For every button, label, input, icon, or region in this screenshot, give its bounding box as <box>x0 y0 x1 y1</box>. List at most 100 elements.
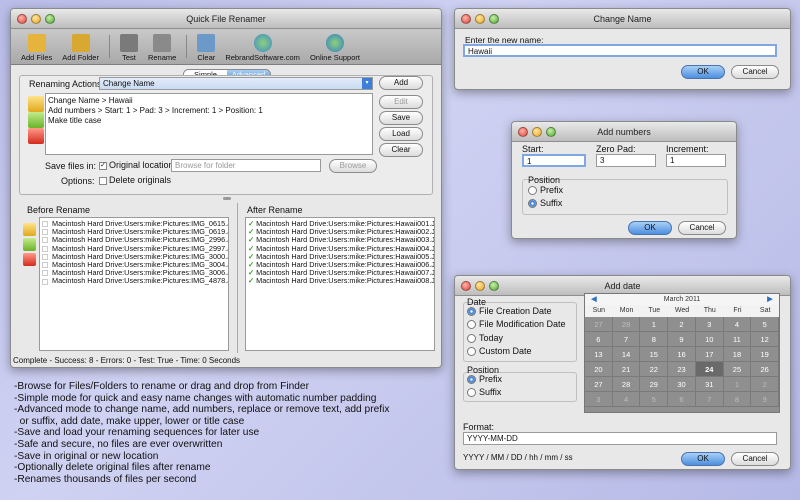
calendar-day[interactable]: 8 <box>723 392 752 407</box>
suffix-radio[interactable]: Suffix <box>528 198 562 209</box>
ok-button[interactable]: OK <box>681 65 725 79</box>
delete-originals-checkbox[interactable]: Delete originals <box>99 175 171 185</box>
zoom-window-button[interactable] <box>489 14 499 24</box>
previous-month-arrow-icon[interactable]: ◀ <box>585 294 603 305</box>
zero-pad-input[interactable]: 3 <box>596 154 656 167</box>
zoom-window-button[interactable] <box>489 281 499 291</box>
calendar-day[interactable]: 2 <box>751 377 780 392</box>
calendar-day[interactable]: 17 <box>695 347 724 362</box>
radio-button[interactable] <box>467 375 476 385</box>
calendar-day[interactable]: 13 <box>585 347 613 362</box>
file-modification-date-radio[interactable]: File Modification Date <box>467 319 566 330</box>
table-row[interactable]: ✓ Macintosh Hard Drive:Users:mike:Picture… <box>248 277 434 285</box>
rename-button[interactable]: Rename <box>146 31 178 62</box>
calendar-day[interactable]: 21 <box>612 362 641 377</box>
rebrandsoftware-link[interactable]: RebrandSoftware.com <box>223 31 302 62</box>
radio-button[interactable] <box>467 334 476 344</box>
suffix-radio[interactable]: Suffix <box>467 387 501 398</box>
calendar-day[interactable]: 8 <box>640 332 669 347</box>
calendar-day[interactable]: 7 <box>612 332 641 347</box>
list-item[interactable]: Change Name > Hawaii <box>48 96 370 106</box>
calendar-day[interactable]: 5 <box>640 392 669 407</box>
ok-button[interactable]: OK <box>681 452 725 466</box>
calendar-day[interactable]: 29 <box>640 377 669 392</box>
calendar-day[interactable]: 11 <box>723 332 752 347</box>
minimize-window-button[interactable] <box>475 14 485 24</box>
calendar-day[interactable]: 23 <box>668 362 696 377</box>
checkbox[interactable]: ✓ <box>99 161 107 170</box>
file-creation-date-radio[interactable]: File Creation Date <box>467 306 552 317</box>
calendar-day[interactable]: 1 <box>723 377 752 392</box>
close-window-button[interactable] <box>461 281 471 291</box>
browse-folder-field[interactable]: Browse for folder <box>171 159 321 172</box>
calendar-day[interactable]: 3 <box>585 392 613 407</box>
cancel-button[interactable]: Cancel <box>731 65 779 79</box>
load-button[interactable]: Load <box>379 127 423 141</box>
calendar-day[interactable]: 1 <box>640 317 669 332</box>
zoom-window-button[interactable] <box>45 14 55 24</box>
next-month-arrow-icon[interactable]: ▶ <box>761 294 779 305</box>
calendar-day[interactable]: 31 <box>695 377 724 392</box>
checkbox[interactable] <box>42 262 48 269</box>
calendar-day[interactable]: 27 <box>585 317 613 332</box>
calendar-day[interactable]: 3 <box>695 317 724 332</box>
checkbox[interactable] <box>42 237 48 244</box>
increment-input[interactable]: 1 <box>666 154 726 167</box>
calendar-day[interactable]: 28 <box>612 377 641 392</box>
after-rename-list[interactable]: ✓ Macintosh Hard Drive:Users:mike:Picture… <box>245 217 435 351</box>
zoom-window-button[interactable] <box>546 127 556 137</box>
calendar-day[interactable]: 9 <box>668 332 696 347</box>
online-support-link[interactable]: Online Support <box>308 31 362 62</box>
ok-button[interactable]: OK <box>628 221 672 235</box>
radio-button[interactable] <box>528 199 537 209</box>
checkbox[interactable] <box>42 278 48 285</box>
checkbox[interactable] <box>42 221 48 228</box>
today-radio[interactable]: Today <box>467 333 503 344</box>
delete-x-icon[interactable] <box>23 253 36 266</box>
list-item[interactable]: Add numbers > Start: 1 > Pad: 3 > Increm… <box>48 106 370 116</box>
calendar-day[interactable]: 27 <box>585 377 613 392</box>
calendar-day[interactable]: 30 <box>668 377 696 392</box>
custom-date-radio[interactable]: Custom Date <box>467 346 532 357</box>
calendar-day[interactable]: 26 <box>751 362 780 377</box>
clear-button[interactable]: Clear <box>195 31 217 62</box>
calendar-day[interactable]: 16 <box>668 347 696 362</box>
calendar-day[interactable]: 19 <box>751 347 780 362</box>
checkbox[interactable] <box>42 270 48 277</box>
close-window-button[interactable] <box>17 14 27 24</box>
date-calendar[interactable]: ◀ March 2011 ▶ Sun Mon Tue Wed Thu Fri S… <box>584 293 780 413</box>
cancel-button[interactable]: Cancel <box>731 452 779 466</box>
calendar-day[interactable]: 24 <box>695 362 724 377</box>
calendar-day[interactable]: 10 <box>695 332 724 347</box>
minimize-window-button[interactable] <box>532 127 542 137</box>
move-down-arrow-icon[interactable] <box>23 238 36 251</box>
format-input[interactable]: YYYY-MM-DD <box>463 432 777 445</box>
add-files-button[interactable]: Add Files <box>19 31 54 62</box>
new-name-input[interactable]: Hawaii <box>463 44 777 57</box>
list-item[interactable]: Make title case <box>48 116 370 126</box>
calendar-day[interactable]: 5 <box>751 317 780 332</box>
move-up-arrow-icon[interactable] <box>28 96 44 112</box>
move-down-arrow-icon[interactable] <box>28 112 44 128</box>
calendar-day[interactable]: 7 <box>695 392 724 407</box>
calendar-day[interactable]: 18 <box>723 347 752 362</box>
add-action-button[interactable]: Add <box>379 76 423 90</box>
calendar-day[interactable]: 25 <box>723 362 752 377</box>
calendar-day[interactable]: 4 <box>612 392 641 407</box>
actions-list[interactable]: Change Name > Hawaii Add numbers > Start… <box>45 93 373 155</box>
checkbox[interactable] <box>99 176 107 185</box>
checkbox[interactable] <box>42 229 48 236</box>
cancel-button[interactable]: Cancel <box>678 221 726 235</box>
minimize-window-button[interactable] <box>31 14 41 24</box>
calendar-day[interactable]: 28 <box>612 317 641 332</box>
calendar-day[interactable]: 14 <box>612 347 641 362</box>
delete-x-icon[interactable] <box>28 128 44 144</box>
radio-button[interactable] <box>467 347 476 357</box>
clear-actions-button[interactable]: Clear <box>379 143 423 157</box>
calendar-day[interactable]: 20 <box>585 362 613 377</box>
calendar-day[interactable]: 4 <box>723 317 752 332</box>
browse-button[interactable]: Browse <box>329 159 377 173</box>
calendar-day[interactable]: 9 <box>751 392 780 407</box>
calendar-day[interactable]: 12 <box>751 332 780 347</box>
action-select[interactable]: Change Name ▾ <box>99 77 373 90</box>
